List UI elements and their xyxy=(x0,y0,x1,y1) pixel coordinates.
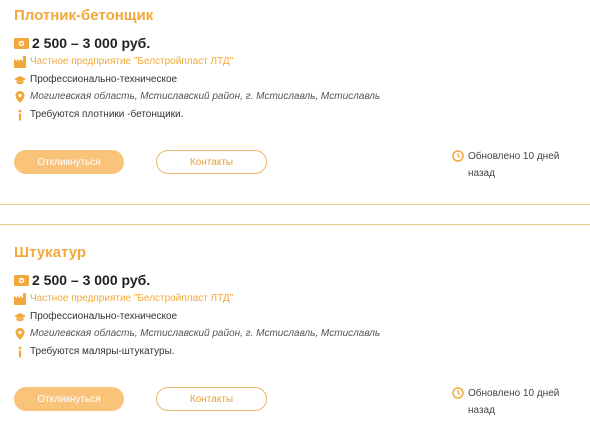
education-level: Профессионально-техническое xyxy=(30,311,178,322)
education-level: Профессионально-техническое xyxy=(30,74,178,85)
clock-icon xyxy=(452,387,464,399)
divider xyxy=(0,204,590,205)
info-icon xyxy=(18,346,22,357)
company-name[interactable]: Частное предприятие "Белстройпласт ЛТД" xyxy=(30,55,233,68)
info-text: Требуются маляры-штукатуры. xyxy=(30,346,175,357)
respond-button[interactable]: Откликнуться xyxy=(14,150,124,174)
money-icon xyxy=(14,37,29,49)
divider xyxy=(0,224,590,225)
company-row: Частное предприятие "Белстройпласт ЛТД" xyxy=(14,55,233,68)
money-icon xyxy=(14,274,29,286)
address-row: Могилевская область, Мстиславский район,… xyxy=(14,327,380,340)
updated-text: Обновлено 10 дней назад xyxy=(468,151,560,179)
info-row: Требуются маляры-штукатуры. xyxy=(14,345,175,358)
graduation-cap-icon xyxy=(14,75,26,84)
factory-icon xyxy=(14,55,26,68)
address-text: Могилевская область, Мстиславский район,… xyxy=(30,91,381,102)
address-text: Могилевская область, Мстиславский район,… xyxy=(30,328,381,339)
updated-info: Обновлено 10 дней назад xyxy=(452,385,580,419)
updated-text: Обновлено 10 дней назад xyxy=(468,388,560,416)
info-icon xyxy=(18,109,22,120)
salary: 2 500 – 3 000 руб. xyxy=(14,272,150,288)
vacancy-card: Штукатур 2 500 – 3 000 руб. Частное пред… xyxy=(0,237,590,428)
respond-button[interactable]: Откликнуться xyxy=(14,387,124,411)
salary-value: 2 500 – 3 000 руб. xyxy=(32,272,151,288)
contacts-button[interactable]: Контакты xyxy=(156,150,267,174)
clock-icon xyxy=(452,150,464,162)
graduation-cap-icon xyxy=(14,312,26,321)
education-row: Профессионально-техническое xyxy=(14,73,177,86)
info-text: Требуются плотники -бетонщики. xyxy=(30,109,184,120)
updated-info: Обновлено 10 дней назад xyxy=(452,148,580,182)
vacancy-card: Плотник-бетонщик 2 500 – 3 000 руб. Част… xyxy=(0,0,590,205)
company-row: Частное предприятие "Белстройпласт ЛТД" xyxy=(14,292,233,305)
salary: 2 500 – 3 000 руб. xyxy=(14,35,150,51)
vacancy-title[interactable]: Плотник-бетонщик xyxy=(14,7,153,24)
factory-icon xyxy=(14,292,26,305)
info-row: Требуются плотники -бетонщики. xyxy=(14,108,183,121)
company-name[interactable]: Частное предприятие "Белстройпласт ЛТД" xyxy=(30,292,233,305)
location-pin-icon xyxy=(15,327,25,340)
salary-value: 2 500 – 3 000 руб. xyxy=(32,35,151,51)
contacts-button[interactable]: Контакты xyxy=(156,387,267,411)
location-pin-icon xyxy=(15,90,25,103)
vacancy-title[interactable]: Штукатур xyxy=(14,244,86,261)
address-row: Могилевская область, Мстиславский район,… xyxy=(14,90,380,103)
education-row: Профессионально-техническое xyxy=(14,310,177,323)
